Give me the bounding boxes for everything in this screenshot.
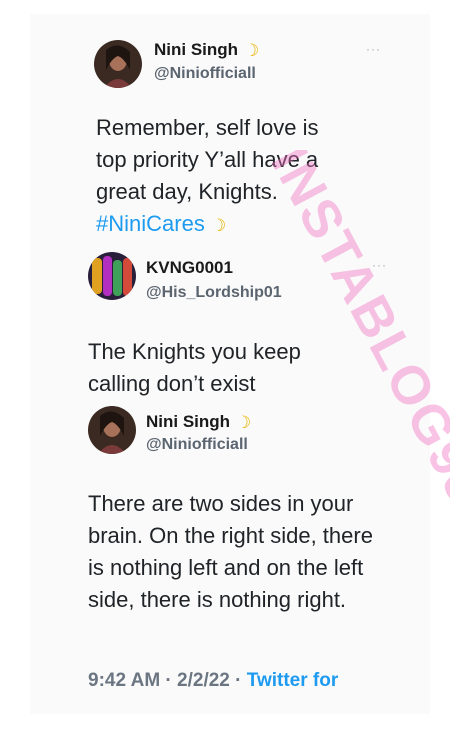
avatar[interactable] <box>94 40 142 88</box>
crescent-moon-icon: ☽ <box>210 216 227 235</box>
user-handle[interactable]: @Niniofficiall <box>146 436 248 454</box>
tweet-text: There are two sides in your brain. On th… <box>88 491 373 612</box>
tweet-footer: 9:42 AM · 2/2/22 · Twitter for <box>88 670 338 692</box>
tweet-text: Remember, self love is top priority Y’al… <box>96 112 346 240</box>
tweet-3: Nini Singh ☽ @Niniofficiall There are tw… <box>30 394 430 664</box>
display-name[interactable]: KVNG0001 <box>146 258 233 278</box>
tweet-screenshot-card: Nini Singh ☽ @Niniofficiall ··· Remember… <box>30 14 430 714</box>
tweet-1: Nini Singh ☽ @Niniofficiall ··· Remember… <box>30 14 430 244</box>
name-row: Nini Singh ☽ <box>154 40 259 60</box>
separator-dot: · <box>229 670 247 691</box>
tweet-date[interactable]: 2/2/22 <box>177 670 230 691</box>
tweet-text: The Knights you keep calling don’t exist <box>88 339 301 396</box>
name-row: Nini Singh ☽ <box>146 412 251 432</box>
crescent-moon-icon: ☽ <box>236 412 252 432</box>
user-handle[interactable]: @Niniofficiall <box>154 65 256 83</box>
crescent-moon-icon: ☽ <box>244 40 260 60</box>
more-options-icon[interactable]: ··· <box>366 42 381 56</box>
tweet-source-link[interactable]: Twitter for <box>247 670 338 691</box>
tweet-time[interactable]: 9:42 AM <box>88 670 160 691</box>
name-row: KVNG0001 <box>146 258 233 278</box>
tweet-2: KVNG0001 @His_Lordship01 ··· The Knights… <box>30 244 430 404</box>
display-name[interactable]: Nini Singh <box>154 40 238 60</box>
user-handle[interactable]: @His_Lordship01 <box>146 284 282 302</box>
tweet-text-content: Remember, self love is top priority Y’al… <box>96 115 319 204</box>
hashtag-link[interactable]: #NiniCares <box>96 211 205 236</box>
avatar[interactable] <box>88 406 136 454</box>
avatar[interactable] <box>88 252 136 300</box>
more-options-icon[interactable]: ··· <box>372 258 387 272</box>
display-name[interactable]: Nini Singh <box>146 412 230 432</box>
separator-dot: · <box>160 670 178 691</box>
